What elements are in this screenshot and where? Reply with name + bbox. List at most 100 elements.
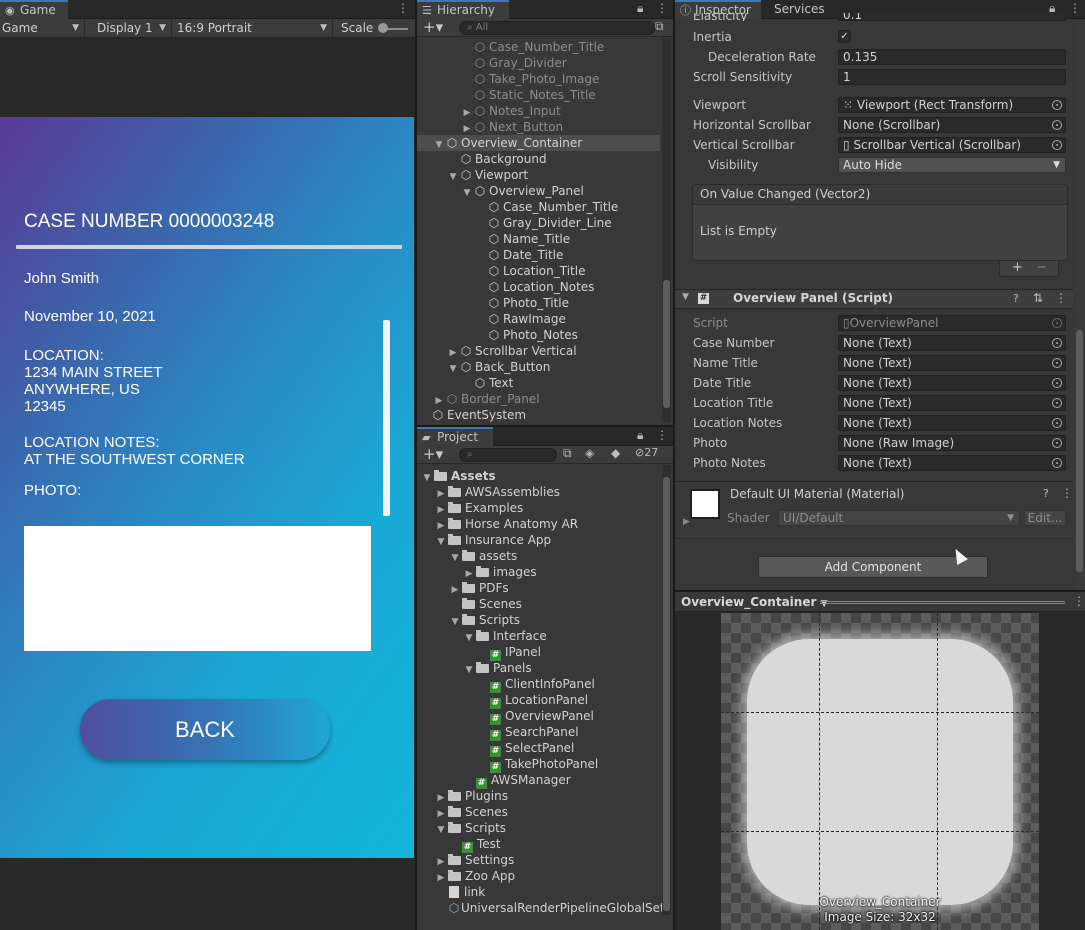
more-menu-icon[interactable]: ⋮ bbox=[397, 1, 409, 15]
more-menu-icon[interactable]: ⋮ bbox=[1061, 486, 1073, 500]
add-icon[interactable]: +▾ bbox=[423, 18, 443, 36]
viewport-field[interactable]: ⁙ Viewport (Rect Transform) bbox=[838, 97, 1066, 113]
project-item[interactable]: ⬡ UniversalRenderPipelineGlobalSet bbox=[417, 900, 665, 916]
hierarchy-item[interactable]: ⬡ Date_Title bbox=[417, 247, 660, 263]
more-menu-icon[interactable]: ⋮ bbox=[656, 428, 668, 442]
object-picker-icon[interactable] bbox=[1052, 418, 1062, 428]
lock-icon[interactable]: 🔒︎ bbox=[637, 1, 643, 16]
hierarchy-item[interactable]: ▶ ⬡ Scrollbar Vertical bbox=[417, 343, 660, 359]
project-item[interactable]: # ClientInfoPanel bbox=[417, 676, 660, 693]
preview-resize-handle[interactable] bbox=[820, 601, 1065, 604]
object-picker-icon[interactable] bbox=[1052, 458, 1062, 468]
object-picker-icon[interactable] bbox=[1052, 358, 1062, 368]
project-item[interactable]: ▶ Zoo App bbox=[417, 868, 660, 884]
project-item[interactable]: ▶ Examples bbox=[417, 500, 660, 516]
inspector-scrollbar[interactable] bbox=[1075, 20, 1084, 590]
tag-icon[interactable]: ◆ bbox=[611, 446, 620, 460]
object-picker-icon[interactable] bbox=[1052, 398, 1062, 408]
hierarchy-item[interactable]: ⬡ Location_Title bbox=[417, 263, 660, 279]
elasticity-field[interactable]: 0.1 bbox=[838, 13, 1066, 21]
vertical-scrollbar[interactable] bbox=[383, 320, 390, 516]
game-mode-dropdown[interactable]: Game ▼ bbox=[0, 19, 85, 38]
hierarchy-item[interactable]: ▼ ⬡ Overview_Container bbox=[417, 135, 660, 151]
hierarchy-item[interactable]: ▼ ⬡ Back_Button bbox=[417, 359, 660, 375]
hierarchy-item[interactable]: ⬡ Photo_Notes bbox=[417, 327, 660, 343]
object-picker-icon[interactable] bbox=[1052, 140, 1062, 150]
project-item[interactable]: # Test bbox=[417, 836, 660, 853]
project-item[interactable]: # SelectPanel bbox=[417, 740, 660, 757]
aspect-dropdown[interactable]: 16:9 Portrait ▼ bbox=[173, 19, 333, 38]
project-item[interactable]: ▼ Interface bbox=[417, 628, 660, 644]
tab-project[interactable]: ▰ Project bbox=[417, 427, 493, 446]
project-item[interactable]: ▼ Assets bbox=[417, 468, 660, 484]
tab-hierarchy[interactable]: ☰ Hierarchy bbox=[417, 0, 509, 19]
hierarchy-item[interactable]: ⬡ Gray_Divider_Line bbox=[417, 215, 660, 231]
hierarchy-item[interactable]: ⬡ Gray_Divider bbox=[417, 55, 660, 71]
hierarchy-item[interactable]: ▶ ⬡ Border_Panel bbox=[417, 391, 660, 407]
project-item[interactable]: ▼ Scripts bbox=[417, 612, 660, 628]
lock-icon[interactable]: 🔒︎ bbox=[637, 428, 643, 443]
filter-by-label-icon[interactable]: ◈ bbox=[585, 446, 594, 460]
more-menu-icon[interactable]: ⋮ bbox=[1055, 291, 1067, 305]
hierarchy-item[interactable]: ⬡ Take_Photo_Image bbox=[417, 71, 660, 87]
project-item[interactable]: Scenes bbox=[417, 596, 660, 612]
hierarchy-item[interactable]: ▶ ⬡ Next_Button bbox=[417, 119, 660, 135]
scroll-sensitivity-field[interactable]: 1 bbox=[838, 69, 1066, 85]
project-item[interactable]: ▼ Scripts bbox=[417, 820, 660, 836]
project-item[interactable]: # LocationPanel bbox=[417, 692, 660, 709]
project-item[interactable]: # AWSManager bbox=[417, 772, 660, 789]
project-item[interactable]: # TakePhotoPanel bbox=[417, 756, 660, 773]
project-item[interactable]: ▶ images bbox=[417, 564, 660, 580]
shader-dropdown[interactable]: UI/Default ▼ bbox=[778, 510, 1020, 526]
project-scrollbar[interactable] bbox=[662, 465, 671, 915]
project-item[interactable]: # SearchPanel bbox=[417, 724, 660, 741]
hierarchy-item[interactable]: ⬡ EventSystem bbox=[417, 407, 660, 423]
hierarchy-item[interactable]: ⬡ Location_Notes bbox=[417, 279, 660, 295]
hierarchy-search-input[interactable]: ⌕ All bbox=[459, 21, 655, 35]
object-reference-field[interactable]: None (Text) bbox=[838, 335, 1066, 351]
presets-icon[interactable]: ⇅ bbox=[1033, 291, 1043, 305]
project-scrollbar-thumb[interactable] bbox=[663, 477, 670, 911]
back-button[interactable]: BACK bbox=[80, 699, 330, 760]
more-menu-icon[interactable]: ⋮ bbox=[656, 1, 668, 15]
hierarchy-scrollbar-thumb[interactable] bbox=[663, 280, 670, 408]
hierarchy-item[interactable]: ▼ ⬡ Viewport bbox=[417, 167, 660, 183]
hierarchy-item[interactable]: ⬡ Photo_Title bbox=[417, 295, 660, 311]
hierarchy-item[interactable]: ⬡ Case_Number_Title bbox=[417, 199, 660, 215]
project-item[interactable]: ▼ assets bbox=[417, 548, 660, 564]
add-event-button[interactable]: + bbox=[1012, 261, 1023, 275]
project-item[interactable]: # OverviewPanel bbox=[417, 708, 660, 725]
object-picker-icon[interactable] bbox=[1052, 120, 1062, 130]
vertical-scrollbar-field[interactable]: ▯ Scrollbar Vertical (Scrollbar) bbox=[838, 137, 1066, 153]
remove-event-button[interactable]: − bbox=[1036, 261, 1047, 275]
object-reference-field[interactable]: None (Text) bbox=[838, 375, 1066, 391]
inspector-scrollbar-thumb[interactable] bbox=[1076, 330, 1083, 572]
foldout-arrow-icon[interactable]: ▼ bbox=[682, 292, 689, 302]
horizontal-scrollbar-field[interactable]: None (Scrollbar) bbox=[838, 117, 1066, 133]
object-reference-field[interactable]: None (Raw Image) bbox=[838, 435, 1066, 451]
add-icon[interactable]: +▾ bbox=[423, 445, 443, 463]
project-item[interactable]: ▶ AWSAssemblies bbox=[417, 484, 660, 500]
project-search-input[interactable]: ⌕ bbox=[459, 448, 557, 462]
hidden-packages-toggle[interactable]: ⊘27 bbox=[635, 446, 658, 459]
foldout-arrow-icon[interactable]: ▶ bbox=[683, 517, 690, 527]
object-reference-field[interactable]: None (Text) bbox=[838, 415, 1066, 431]
tab-services[interactable]: Services bbox=[769, 0, 831, 19]
help-icon[interactable]: ? bbox=[1043, 487, 1049, 500]
preview-title-dropdown[interactable]: Overview_Container ▼ bbox=[681, 595, 828, 609]
scale-slider-knob[interactable] bbox=[378, 23, 388, 33]
project-item[interactable]: ▶ Plugins bbox=[417, 788, 660, 804]
visibility-dropdown[interactable]: Auto Hide ▼ bbox=[838, 157, 1066, 173]
hierarchy-item[interactable]: ▶ ⬡ Notes_Input bbox=[417, 103, 660, 119]
display-dropdown[interactable]: Display 1 ▼ bbox=[92, 19, 172, 38]
object-picker-icon[interactable] bbox=[1052, 338, 1062, 348]
project-item[interactable]: ▶ Horse Anatomy AR bbox=[417, 516, 660, 532]
project-item[interactable]: link bbox=[417, 884, 660, 900]
hierarchy-item[interactable]: ▼ ⬡ Overview_Panel bbox=[417, 183, 660, 199]
more-menu-icon[interactable]: ⋮ bbox=[1069, 1, 1081, 15]
search-filter-icon[interactable]: ⧉ bbox=[655, 19, 664, 34]
help-icon[interactable]: ? bbox=[1013, 292, 1019, 305]
project-item[interactable]: ▼ Insurance App bbox=[417, 532, 660, 548]
object-picker-icon[interactable] bbox=[1052, 438, 1062, 448]
hierarchy-item[interactable]: ⬡ Case_Number_Title bbox=[417, 39, 660, 55]
